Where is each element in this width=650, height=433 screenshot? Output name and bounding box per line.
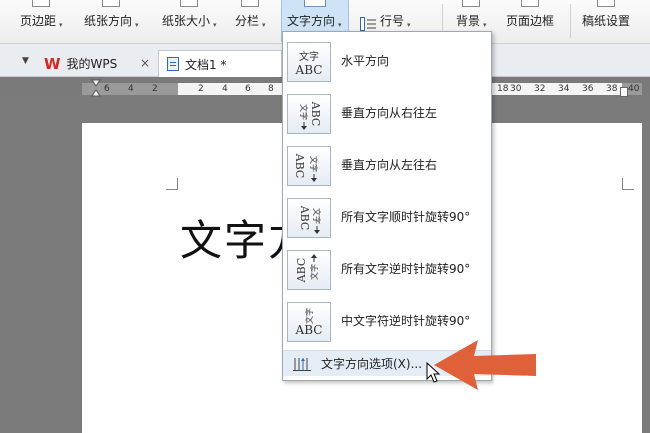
ruler-tick: 8: [268, 84, 274, 94]
wps-logo-icon: W: [44, 54, 61, 73]
thumb-cn: 文字: [309, 156, 319, 172]
ruler-tick: 32: [534, 84, 546, 94]
line-numbers-icon: [360, 17, 376, 31]
vertical-right-to-left-icon: ABC 文字: [287, 94, 331, 134]
orientation-icon: [102, 0, 121, 7]
crop-mark: [166, 178, 178, 190]
margins-icon: [32, 0, 51, 7]
text-direction-options-icon: [293, 358, 311, 371]
ruler-tick: 36: [582, 84, 594, 94]
rotate-counterclockwise-icon: ABC 文字: [287, 250, 331, 290]
horizontal-text-icon: 文字 ABC: [287, 42, 331, 82]
ruler-tick: 38: [606, 84, 618, 94]
margins-button[interactable]: 页边距 ▾: [20, 0, 63, 42]
thumb-cn: 文字: [299, 104, 309, 120]
mouse-cursor-icon: [426, 362, 440, 383]
tab-my-wps[interactable]: W 我的WPS: [44, 50, 117, 77]
page-border-icon: [521, 0, 539, 7]
menu-item-rotate-ccw[interactable]: ABC 文字 所有文字逆时针旋转90°: [283, 244, 491, 294]
thumb-en: ABC: [293, 153, 306, 179]
thumb-cn: 文字: [299, 50, 319, 63]
vertical-left-to-right-icon: ABC 文字: [287, 146, 331, 186]
ruler-tick: 4: [128, 84, 134, 94]
ruler-tick: 2: [152, 84, 158, 94]
thumb-cn: 文字: [312, 208, 322, 224]
paper-size-button[interactable]: 纸张大小 ▾: [162, 0, 217, 42]
manuscript-icon: [597, 0, 615, 7]
ruler-tick: 34: [558, 84, 570, 94]
thumb-en: ABC: [309, 101, 322, 127]
ruler-tick: 30: [510, 84, 522, 94]
rotate-chinese-icon: 文字 ABC: [287, 302, 331, 342]
menu-item-vertical-ltr[interactable]: ABC 文字 垂直方向从左往右: [283, 140, 491, 190]
text-direction-menu: 文字 ABC 水平方向 ABC 文字 垂直方向从右往左 ABC 文字 垂直方向从…: [282, 31, 492, 381]
thumb-en: ABC: [295, 63, 323, 77]
paper-size-icon: [180, 0, 199, 7]
columns-icon: [241, 0, 260, 7]
thumb-cn: 文字: [304, 308, 314, 324]
tab-list-dropdown-icon[interactable]: ▼: [22, 56, 29, 66]
close-tab-icon[interactable]: ×: [140, 56, 150, 70]
manuscript-settings-button[interactable]: 稿纸设置: [582, 0, 630, 42]
menu-item-vertical-rtl[interactable]: ABC 文字 垂直方向从右往左: [283, 88, 491, 138]
menu-item-horizontal[interactable]: 文字 ABC 水平方向: [283, 36, 491, 86]
ruler-tick: 40: [628, 84, 640, 94]
ruler-tick: 2: [198, 84, 204, 94]
ribbon-separator: [570, 4, 571, 38]
indent-marker-icon[interactable]: [91, 79, 101, 99]
ruler-tick: 18: [497, 84, 509, 94]
columns-button[interactable]: 分栏 ▾: [235, 0, 266, 42]
menu-item-rotate-cw[interactable]: ABC 文字 所有文字顺时针旋转90°: [283, 192, 491, 242]
ruler-tick: 6: [104, 84, 110, 94]
thumb-cn: 文字: [309, 264, 319, 280]
thumb-en: ABC: [295, 258, 308, 284]
background-icon: [462, 0, 481, 7]
ruler-tick: 4: [222, 84, 228, 94]
rotate-clockwise-icon: ABC 文字: [287, 198, 331, 238]
document-icon: [167, 57, 179, 71]
ruler-tick: 6: [245, 84, 251, 94]
crop-mark: [622, 178, 634, 190]
tab-document-1[interactable]: 文档1 *: [158, 50, 282, 77]
text-direction-icon: [303, 0, 326, 7]
page-border-button[interactable]: 页面边框: [506, 0, 554, 42]
thumb-en: ABC: [298, 205, 311, 231]
thumb-en: ABC: [295, 323, 323, 337]
orientation-button[interactable]: 纸张方向 ▾: [84, 0, 139, 42]
baidu-watermark-url: jingyan.baidu.com: [494, 393, 587, 404]
right-indent-marker-icon[interactable]: [620, 87, 628, 97]
